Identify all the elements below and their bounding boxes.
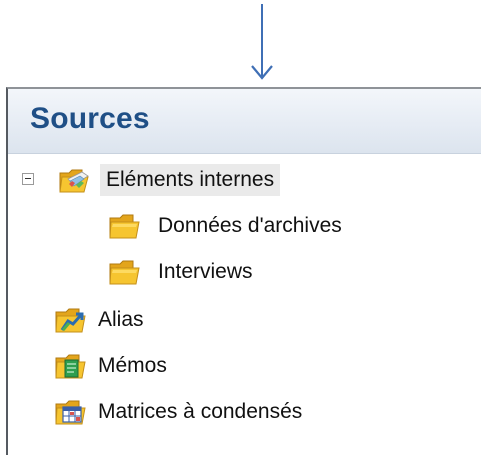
folder-icon [109, 214, 140, 239]
tree-item-elements-internes[interactable]: Eléments internes [58, 161, 281, 199]
tree-item-label: Mémos [98, 354, 167, 377]
internal-sources-folder-icon [59, 169, 89, 193]
framework-matrices-folder-icon [55, 400, 86, 425]
folder-icon [109, 260, 140, 285]
tree-item-interviews[interactable]: Interviews [108, 253, 259, 291]
sources-tree: Eléments internes Données d'archives Int… [8, 155, 481, 455]
panel-header: Sources [8, 89, 481, 154]
tree-item-label: Interviews [158, 260, 253, 283]
panel-title: Sources [30, 102, 150, 135]
memos-folder-icon [55, 354, 86, 379]
collapse-toggle-icon[interactable] [22, 173, 34, 185]
tree-item-label: Matrices à condensés [98, 400, 303, 423]
tree-item-label: Alias [98, 308, 144, 331]
tree-item-donnees-archives[interactable]: Données d'archives [108, 207, 348, 245]
tree-item-label: Données d'archives [158, 214, 342, 237]
tree-item-matrices[interactable]: Matrices à condensés [54, 393, 308, 431]
tree-item-label: Eléments internes [100, 164, 281, 196]
tree-item-memos[interactable]: Mémos [54, 347, 173, 385]
alias-folder-icon [55, 308, 86, 333]
tree-item-alias[interactable]: Alias [54, 301, 150, 339]
down-arrow-icon [251, 4, 273, 80]
screenshot-stage: Sources Eléments internes Données d'arch… [0, 0, 481, 455]
sources-panel: Sources Eléments internes Données d'arch… [6, 87, 481, 455]
